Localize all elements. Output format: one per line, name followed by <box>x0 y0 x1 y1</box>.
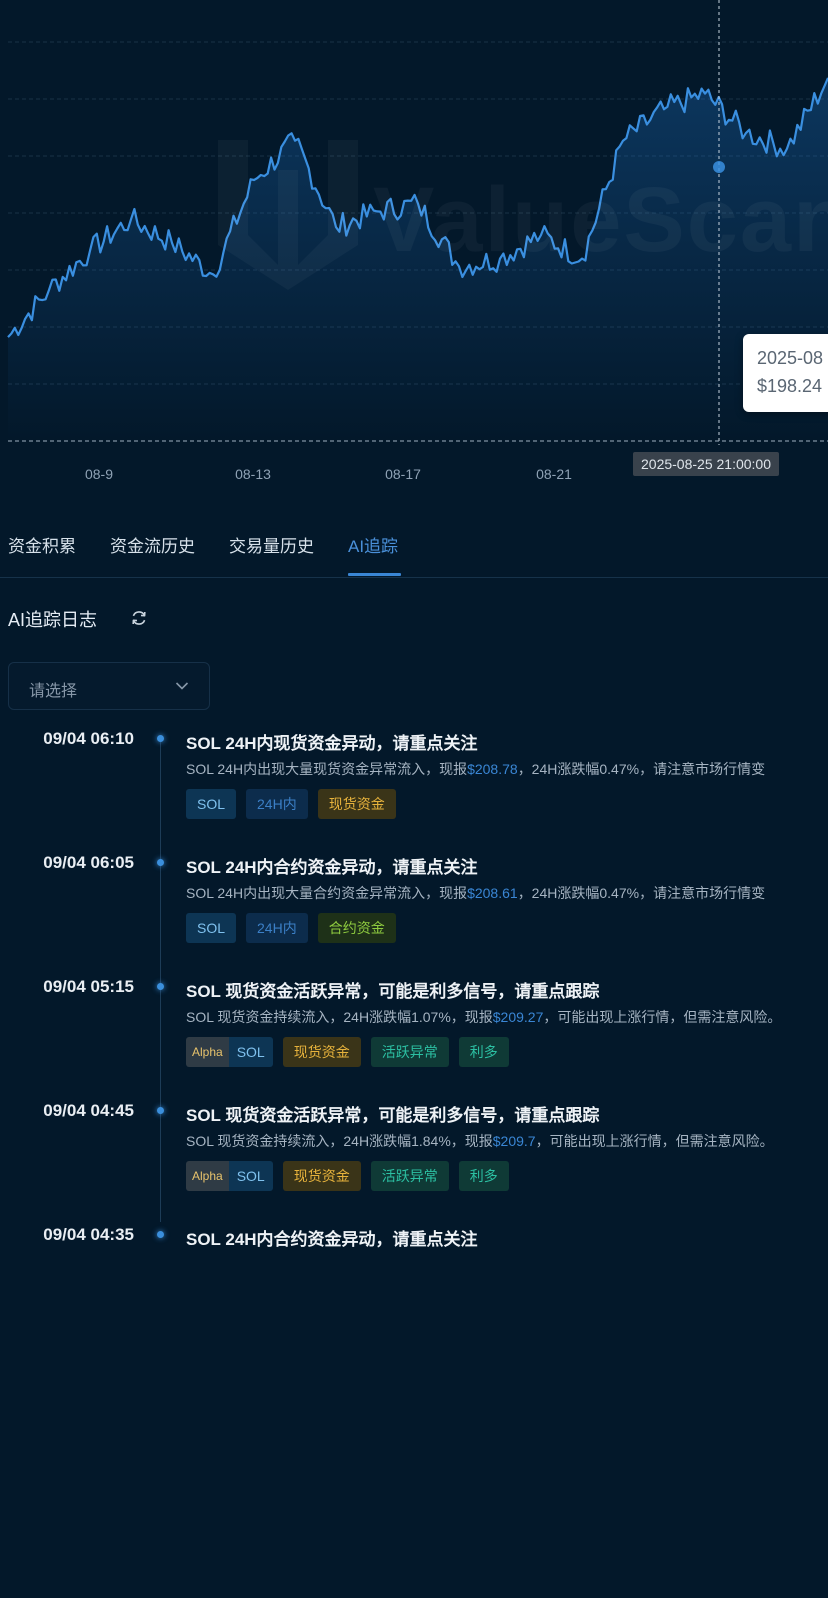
timeline-dot <box>157 1107 164 1114</box>
entry-title: SOL 24H内现货资金异动，请重点关注 <box>186 734 478 753</box>
entry-price: $208.61 <box>467 885 518 901</box>
entry-tags: SOL 24H内 现货资金 <box>186 789 396 819</box>
section-title: AI追踪日志 <box>8 610 98 630</box>
tag-h24[interactable]: 24H内 <box>246 789 308 819</box>
entry-price: $209.27 <box>492 1009 544 1025</box>
tag-fut[interactable]: 合约资金 <box>317 913 396 943</box>
tag-alpha-sol[interactable]: Alpha SOL <box>186 1037 273 1067</box>
entry-time: 09/04 04:45 <box>43 1101 134 1120</box>
tag-spot[interactable]: 现货资金 <box>282 1161 361 1191</box>
entry-time: 09/04 04:35 <box>43 1225 134 1244</box>
tooltip-date: 2025-08 <box>757 348 824 368</box>
tag-spot[interactable]: 现货资金 <box>282 1037 361 1067</box>
crosshair-time-label: 2025-08-25 21:00:00 <box>633 452 779 476</box>
chart-tooltip: 2025-08 $198.24 <box>743 334 828 412</box>
active-tab-indicator <box>348 573 401 576</box>
tag-bull[interactable]: 利多 <box>458 1161 509 1191</box>
tag-h24[interactable]: 24H内 <box>246 913 308 943</box>
tab-fund-flow-history[interactable]: 资金流历史 <box>110 532 195 557</box>
tag-sol[interactable]: SOL <box>186 789 237 819</box>
entry-title: SOL 现货资金活跃异常，可能是利多信号，请重点跟踪 <box>186 1106 600 1125</box>
log-entry[interactable]: 09/04 04:45 SOL 现货资金活跃异常，可能是利多信号，请重点跟踪 SOL… <box>0 1101 828 1225</box>
x-tick-label: 08-17 <box>385 466 421 482</box>
tab-ai-tracking[interactable]: AI追踪 <box>348 532 398 557</box>
entry-desc-text: SOL 24H内出现大量现货资金异常流入，现报 <box>186 761 468 777</box>
timeline-dot <box>157 735 164 742</box>
entry-desc-text: ，24H涨跌幅0.47%，请注意市场行情变 <box>517 885 766 901</box>
x-tick-label: 08-9 <box>84 466 114 482</box>
entry-desc-text: SOL 现货资金持续流入，24H涨跌幅1.07%，现报 <box>186 1009 493 1025</box>
entry-tags: SOL 24H内 合约资金 <box>186 913 396 943</box>
entry-title: SOL 现货资金活跃异常，可能是利多信号，请重点跟踪 <box>186 982 600 1001</box>
x-tick-label: 08-21 <box>536 466 572 482</box>
entry-description: SOL 24H内出现大量合约资金异常流入，现报$208.61，24H涨跌幅0.4… <box>186 883 765 903</box>
timeline-dot <box>157 983 164 990</box>
tag-alpha-sol[interactable]: Alpha SOL <box>186 1161 273 1191</box>
tag-sol-label: SOL <box>228 1161 273 1191</box>
tab-volume-history[interactable]: 交易量历史 <box>229 532 314 557</box>
x-tick-label: 08-13 <box>235 466 271 482</box>
log-entry[interactable]: 09/04 05:15 SOL 现货资金活跃异常，可能是利多信号，请重点跟踪 SOL… <box>0 977 828 1101</box>
log-entry[interactable]: 09/04 06:05 SOL 24H内合约资金异动，请重点关注 SOL 24H内出… <box>0 853 828 977</box>
tag-bull[interactable]: 利多 <box>458 1037 509 1067</box>
entry-title: SOL 24H内合约资金异动，请重点关注 <box>186 1230 478 1249</box>
entry-tags: Alpha SOL 现货资金 活跃异常 利多 <box>186 1037 509 1067</box>
chevron-down-icon <box>175 682 189 690</box>
tag-alpha-label: Alpha <box>186 1161 229 1191</box>
tag-sol-label: SOL <box>228 1037 273 1067</box>
entry-desc-text: ，24H涨跌幅0.47%，请注意市场行情变 <box>517 761 766 777</box>
tooltip-price: $198.24 <box>757 376 823 396</box>
entry-price: $209.7 <box>492 1133 536 1149</box>
log-entry[interactable]: 09/04 04:35 SOL 24H内合约资金异动，请重点关注 <box>0 1225 828 1349</box>
entry-time: 09/04 06:05 <box>43 853 134 872</box>
entry-title: SOL 24H内合约资金异动，请重点关注 <box>186 858 478 877</box>
entry-desc-text: SOL 现货资金持续流入，24H涨跌幅1.84%，现报 <box>186 1133 493 1149</box>
entry-description: SOL 现货资金持续流入，24H涨跌幅1.07%，现报$209.27，可能出现上… <box>186 1007 781 1027</box>
price-chart[interactable] <box>0 0 828 500</box>
tag-act[interactable]: 活跃异常 <box>370 1037 449 1067</box>
tag-alpha-label: Alpha <box>186 1037 229 1067</box>
filter-select-placeholder: 请选择 <box>29 683 78 700</box>
entry-desc-text: SOL 24H内出现大量合约资金异常流入，现报 <box>186 885 468 901</box>
entry-desc-text: ，可能出现上涨行情，但需注意风险。 <box>535 1133 774 1149</box>
entry-description: SOL 现货资金持续流入，24H涨跌幅1.84%，现报$209.7，可能出现上涨… <box>186 1131 774 1151</box>
log-entry[interactable]: 09/04 06:10 SOL 24H内现货资金异动，请重点关注 SOL 24H内出… <box>0 729 828 853</box>
entry-description: SOL 24H内出现大量现货资金异常流入，现报$208.78，24H涨跌幅0.4… <box>186 759 765 779</box>
tag-spot[interactable]: 现货资金 <box>317 789 396 819</box>
filter-select[interactable]: 请选择 <box>8 662 210 710</box>
crosshair-point <box>713 161 725 173</box>
timeline-dot <box>157 859 164 866</box>
tag-act[interactable]: 活跃异常 <box>370 1161 449 1191</box>
entry-time: 09/04 05:15 <box>43 977 134 996</box>
price-area-fill <box>8 77 828 442</box>
tab-fund-accumulation[interactable]: 资金积累 <box>8 532 76 557</box>
timeline-dot <box>157 1231 164 1238</box>
tag-sol[interactable]: SOL <box>186 913 237 943</box>
tab-bar: 资金积累 资金流历史 交易量历史 AI追踪 <box>0 520 828 578</box>
entry-price: $208.78 <box>467 761 518 777</box>
entry-tags: Alpha SOL 现货资金 活跃异常 利多 <box>186 1161 509 1191</box>
refresh-icon[interactable] <box>130 609 148 627</box>
entry-time: 09/04 06:10 <box>43 729 134 748</box>
entry-desc-text: ，可能出现上涨行情，但需注意风险。 <box>543 1009 782 1025</box>
